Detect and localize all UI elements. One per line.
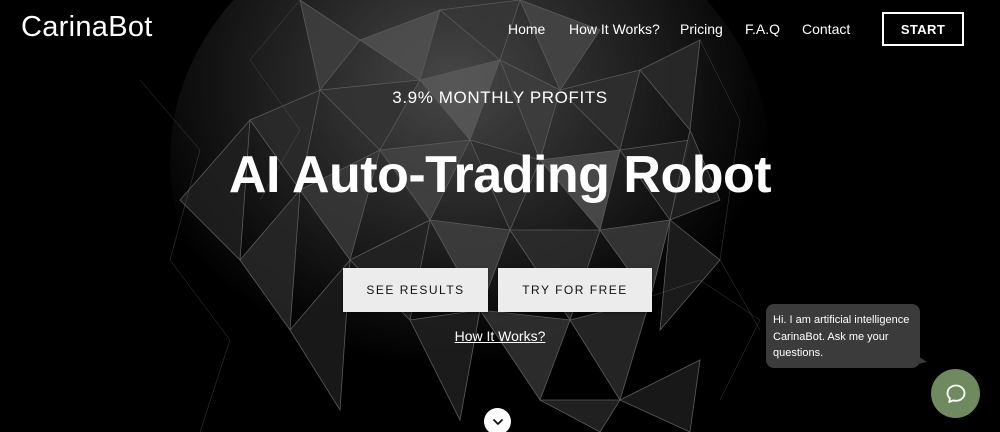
nav-contact[interactable]: Contact [802,21,850,37]
chevron-down-icon [492,418,503,425]
nav-pricing[interactable]: Pricing [680,21,723,37]
start-button[interactable]: START [882,12,964,46]
hero-eyebrow: 3.9% MONTHLY PROFITS [392,88,608,107]
nav-home[interactable]: Home [508,21,545,37]
top-navbar: CarinaBot Home How It Works? Pricing F.A… [0,0,1000,58]
chat-greeting-bubble[interactable]: Hi. I am artificial intelligence CarinaB… [766,304,927,368]
chat-launcher-button[interactable] [931,369,980,418]
scroll-down-button[interactable] [484,408,511,432]
see-results-button[interactable]: SEE RESULTS [343,268,488,312]
try-for-free-button[interactable]: TRY FOR FREE [498,268,652,312]
hero-headline: AI Auto-Trading Robot [228,146,772,204]
brand-logo[interactable]: CarinaBot [21,11,153,44]
chat-icon [946,384,965,403]
nav-how-it-works[interactable]: How It Works? [569,21,660,37]
nav-faq[interactable]: F.A.Q [745,21,780,37]
